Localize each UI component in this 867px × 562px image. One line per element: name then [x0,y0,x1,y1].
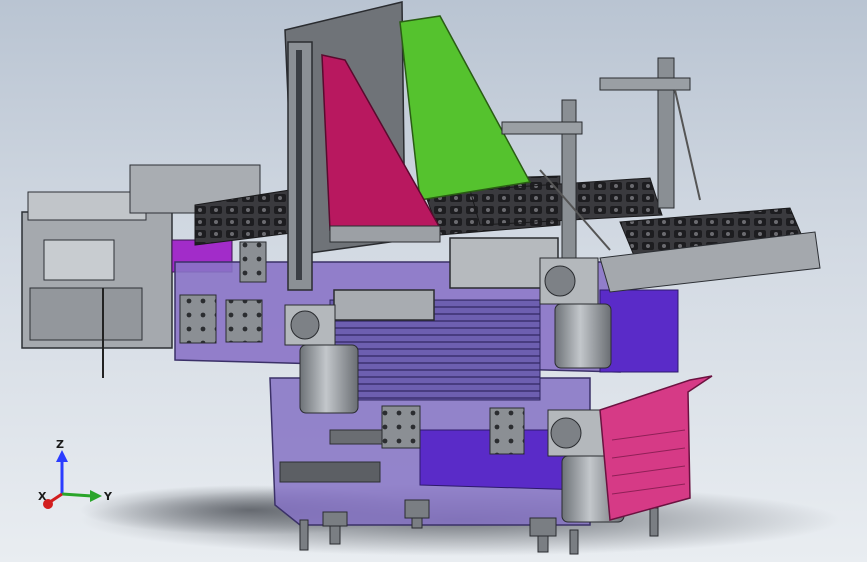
coordinate-triad: Z Y X [38,438,113,509]
z-axis-label: Z [56,438,64,451]
front-gray-bar [333,289,435,321]
machine-assembly-model[interactable] [0,0,867,562]
y-axis-line [61,492,93,498]
left-feeder-base [29,287,143,341]
x-axis-label: X [38,490,47,503]
left-feeder-window [43,239,115,281]
right-violet-panel [599,289,679,373]
z-axis-arrow [56,450,68,462]
cad-viewport[interactable]: Z Y X [0,0,867,562]
y-axis-arrow [90,490,102,502]
top-bar-plate [329,225,441,243]
green-panel [399,15,532,201]
lower-rail [279,461,381,483]
post-slot [296,50,302,280]
y-axis-label: Y [103,490,113,503]
left-feeder-top [27,191,147,221]
